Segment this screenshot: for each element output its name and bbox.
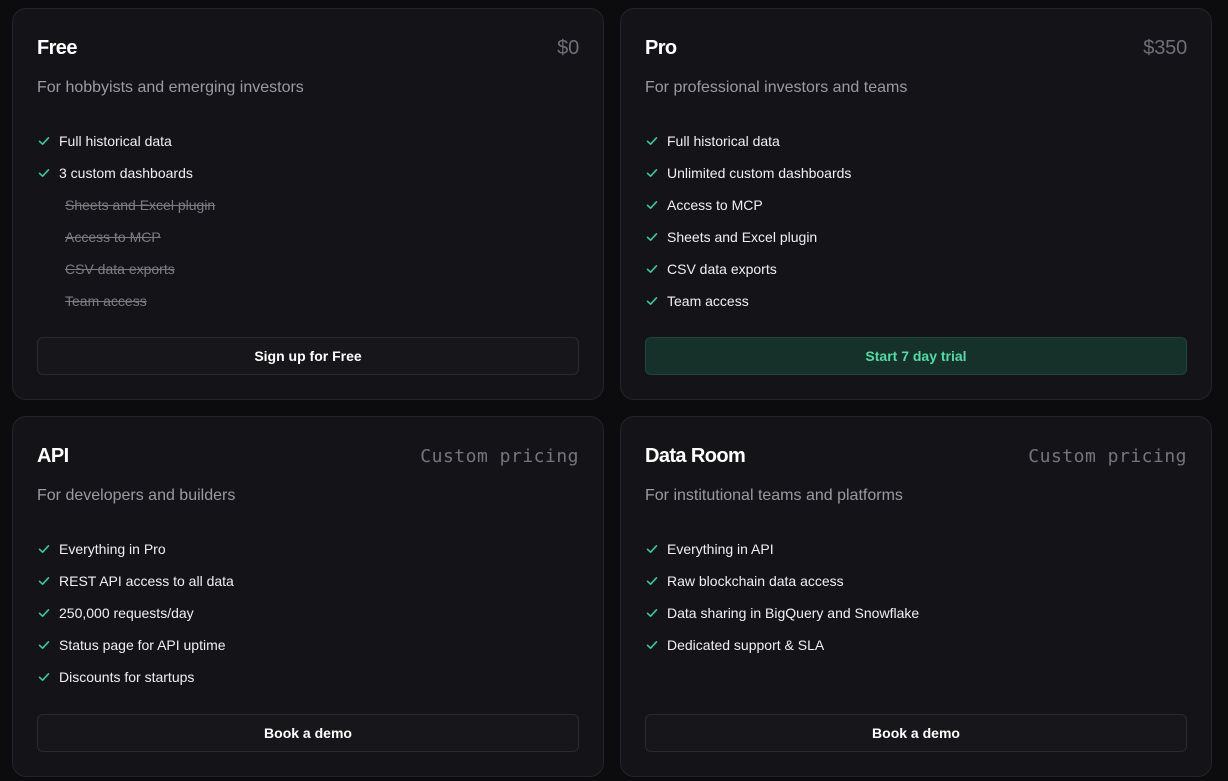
feature-label: Discounts for startups — [59, 669, 195, 685]
plan-price: Custom pricing — [420, 445, 579, 467]
plan-price: Custom pricing — [1028, 445, 1187, 467]
feature-label: CSV data exports — [65, 261, 175, 277]
book-demo-button[interactable]: Book a demo — [645, 714, 1187, 752]
feature-item: Raw blockchain data access — [645, 565, 919, 597]
start-trial-button[interactable]: Start 7 day trial — [645, 337, 1187, 375]
feature-item: CSV data exports — [645, 253, 851, 285]
feature-item: Access to MCP — [37, 221, 215, 253]
feature-label: Team access — [667, 293, 749, 309]
plan-header: Data Room Custom pricing — [645, 443, 1187, 469]
feature-item: Access to MCP — [645, 189, 851, 221]
feature-item: Sheets and Excel plugin — [37, 189, 215, 221]
feature-item: Sheets and Excel plugin — [645, 221, 851, 253]
check-icon — [645, 574, 659, 588]
plan-name: Pro — [645, 36, 677, 59]
feature-label: Sheets and Excel plugin — [65, 197, 216, 213]
plan-subtitle: For hobbyists and emerging investors — [37, 79, 304, 96]
feature-item: 3 custom dashboards — [37, 157, 215, 189]
feature-item: Unlimited custom dashboards — [645, 157, 851, 189]
feature-item: Discounts for startups — [37, 661, 234, 693]
feature-label: Full historical data — [667, 133, 780, 149]
feature-list: Full historical data 3 custom dashboards S… — [37, 125, 215, 317]
plan-header: Pro $350 — [645, 35, 1187, 61]
feature-label: Dedicated support & SLA — [667, 637, 825, 653]
plan-card-api: API Custom pricing For developers and bu… — [12, 416, 604, 777]
plan-card-data-room: Data Room Custom pricing For institution… — [620, 416, 1212, 777]
feature-label: Everything in API — [667, 541, 774, 557]
feature-label: Access to MCP — [667, 197, 763, 213]
check-icon — [37, 606, 51, 620]
pricing-grid: Free $0 For hobbyists and emerging inves… — [0, 0, 1228, 781]
feature-item: Team access — [645, 285, 851, 317]
plan-header: API Custom pricing — [37, 443, 579, 469]
feature-label: Raw blockchain data access — [667, 573, 844, 589]
feature-item: 250,000 requests/day — [37, 597, 234, 629]
feature-item: REST API access to all data — [37, 565, 234, 597]
check-icon — [37, 638, 51, 652]
feature-label: Everything in Pro — [59, 541, 166, 557]
feature-item: Everything in API — [645, 533, 919, 565]
feature-label: Full historical data — [59, 133, 172, 149]
feature-item: Dedicated support & SLA — [645, 629, 919, 661]
check-icon — [645, 134, 659, 148]
feature-label: Status page for API uptime — [59, 637, 226, 653]
feature-list: Everything in Pro REST API access to all … — [37, 533, 234, 693]
feature-item: Status page for API uptime — [37, 629, 234, 661]
check-icon — [37, 670, 51, 684]
plan-name: Free — [37, 36, 77, 59]
check-icon — [37, 542, 51, 556]
feature-item: Full historical data — [645, 125, 851, 157]
plan-name: API — [37, 444, 69, 467]
plan-card-pro: Pro $350 For professional investors and … — [620, 8, 1212, 400]
plan-name: Data Room — [645, 444, 746, 467]
feature-list: Full historical data Unlimited custom das… — [645, 125, 851, 317]
check-icon — [645, 198, 659, 212]
check-icon — [645, 230, 659, 244]
feature-item: Everything in Pro — [37, 533, 234, 565]
check-icon — [645, 262, 659, 276]
book-demo-button[interactable]: Book a demo — [37, 714, 579, 752]
feature-label: Unlimited custom dashboards — [667, 165, 852, 181]
check-icon — [37, 134, 51, 148]
feature-item: Full historical data — [37, 125, 215, 157]
plan-subtitle: For professional investors and teams — [645, 79, 908, 96]
feature-label: Data sharing in BigQuery and Snowflake — [667, 605, 920, 621]
feature-label: 250,000 requests/day — [59, 605, 194, 621]
plan-card-free: Free $0 For hobbyists and emerging inves… — [12, 8, 604, 400]
feature-label: CSV data exports — [667, 261, 777, 277]
feature-list: Everything in API Raw blockchain data acc… — [645, 533, 919, 661]
check-icon — [645, 638, 659, 652]
check-icon — [37, 574, 51, 588]
feature-label: Access to MCP — [65, 229, 161, 245]
plan-header: Free $0 — [37, 35, 579, 61]
check-icon — [645, 542, 659, 556]
check-icon — [645, 294, 659, 308]
plan-price: $0 — [557, 36, 579, 59]
plan-subtitle: For institutional teams and platforms — [645, 487, 903, 504]
feature-item: CSV data exports — [37, 253, 215, 285]
feature-label: 3 custom dashboards — [59, 165, 193, 181]
feature-item: Data sharing in BigQuery and Snowflake — [645, 597, 919, 629]
feature-label: Sheets and Excel plugin — [667, 229, 818, 245]
check-icon — [645, 166, 659, 180]
plan-subtitle: For developers and builders — [37, 487, 236, 504]
check-icon — [645, 606, 659, 620]
plan-price: $350 — [1143, 36, 1187, 59]
feature-label: REST API access to all data — [59, 573, 234, 589]
sign-up-free-button[interactable]: Sign up for Free — [37, 337, 579, 375]
feature-item: Team access — [37, 285, 215, 317]
check-icon — [37, 166, 51, 180]
feature-label: Team access — [65, 293, 147, 309]
